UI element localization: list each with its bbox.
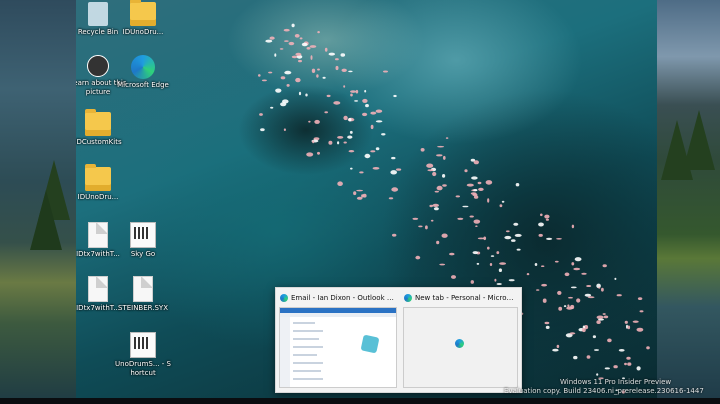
desktop-icon-folder[interactable]: IDUnoDru... <box>114 0 172 37</box>
shortcut-icon <box>130 332 156 358</box>
preview-thumbnail <box>279 307 397 388</box>
background-right-panel <box>657 0 720 404</box>
edge-icon <box>404 294 412 302</box>
desktop-icon-microsoft-edge[interactable]: Microsoft Edge <box>114 55 172 90</box>
document-icon <box>88 276 108 302</box>
preview-header: Email - Ian Dixon - Outlook - P... <box>280 292 396 304</box>
background-left-panel <box>0 0 76 404</box>
desktop-icon-shortcut[interactable]: UnoDrumS... - Shortcut <box>114 332 172 378</box>
loading-icon <box>455 339 464 348</box>
watermark-line-2: Evaluation copy. Build 23406.ni_prerelea… <box>504 387 704 395</box>
folder-icon <box>85 164 111 191</box>
edge-icon <box>280 294 288 302</box>
document-icon <box>133 276 153 302</box>
preview-thumbnail <box>403 307 518 388</box>
folder-icon <box>85 109 111 136</box>
camera-icon <box>87 55 109 77</box>
desktop-icon-sky-go[interactable]: Sky Go <box>114 222 172 259</box>
watermark-line-1: Windows 11 Pro Insider Preview <box>560 378 672 386</box>
taskbar-preview-new-tab[interactable]: New tab - Personal - Microsoft ... <box>400 288 521 392</box>
document-icon <box>88 222 108 248</box>
tree-shape <box>683 110 715 170</box>
taskbar-preview-outlook[interactable]: Email - Ian Dixon - Outlook - P... <box>276 288 400 392</box>
preview-title: Email - Ian Dixon - Outlook - P... <box>291 294 396 302</box>
edge-icon <box>131 55 155 79</box>
tree-shape <box>30 190 62 250</box>
bottom-edge <box>0 398 720 404</box>
recycle-bin-icon <box>88 2 108 26</box>
taskbar-preview-popup: Email - Ian Dixon - Outlook - P... New t… <box>275 287 522 393</box>
preview-title: New tab - Personal - Microsoft ... <box>415 294 517 302</box>
desktop-icon-folder[interactable]: IDUnoDru... <box>76 164 127 202</box>
desktop-icon-document[interactable]: STEINBER.SYX <box>114 276 172 313</box>
preview-header: New tab - Personal - Microsoft ... <box>404 292 517 304</box>
desktop-icon-folder[interactable]: IDCustomKits <box>76 109 127 147</box>
shortcut-icon <box>130 222 156 248</box>
folder-icon <box>130 0 156 26</box>
